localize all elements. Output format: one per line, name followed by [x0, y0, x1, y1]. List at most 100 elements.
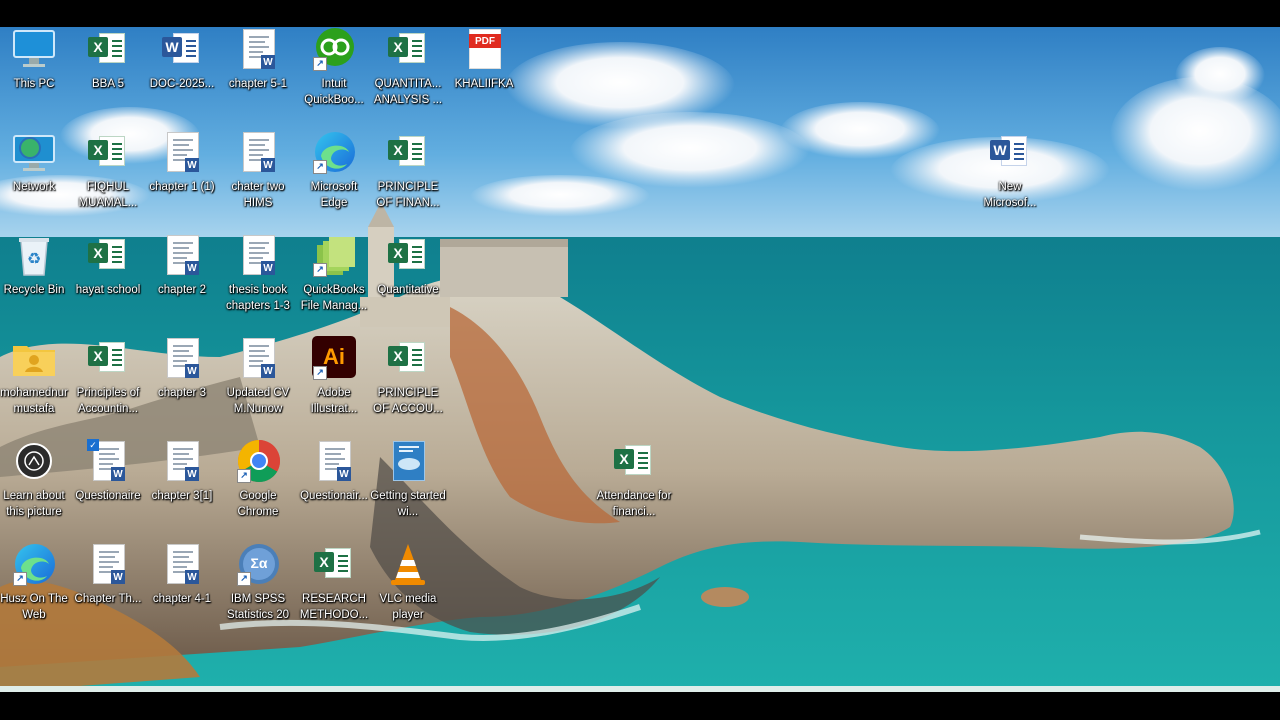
desktop-icon[interactable]: Network [0, 130, 72, 226]
desktop-icon[interactable]: X PRINCIPLE OF ACCOU... [370, 336, 446, 432]
desktop-icon[interactable]: VLC media player [370, 542, 446, 638]
word-mini-logo: W [111, 467, 125, 481]
desktop-icon[interactable]: Xhayat school [70, 233, 146, 329]
desktop-icon[interactable]: PDF KHALIIFKA [446, 27, 522, 123]
desktop-icon-label: chapter 5-1 [228, 78, 288, 90]
desktop-icon-label: Husz On The Web [0, 593, 68, 621]
word-mini-logo: W [185, 364, 199, 378]
desktop-icon[interactable]: Wchapter 5-1 [220, 27, 296, 123]
learn-about-picture-icon [11, 439, 57, 485]
desktop-icon[interactable]: Wchater two HIMS [220, 130, 296, 226]
desktop-icon[interactable]: Σα ↗ IBM SPSS Statistics 20 [220, 542, 296, 638]
excel-logo: X [88, 243, 108, 263]
word-mini-logo: W [261, 55, 275, 69]
word-mini-logo: W [185, 467, 199, 481]
desktop-icon-label: Learn about this picture [3, 490, 65, 518]
pdf-badge: PDF [469, 34, 501, 48]
desktop-icon[interactable]: Wchapter 2 [144, 233, 220, 329]
desktop-icon-label: PRINCIPLE OF FINAN... [376, 181, 440, 209]
desktop-icon-label: Quantitative [377, 284, 439, 296]
excel-logo: X [88, 37, 108, 57]
word-doc-thumbnail-icon: W ✓ [85, 439, 131, 485]
word-mini-logo: W [185, 261, 199, 275]
desktop-icon[interactable]: W ✓ Questionaire [70, 439, 146, 535]
desktop-icon[interactable]: Wchapter 1 (1) [144, 130, 220, 226]
quickbooks-icon: ↗ [311, 27, 357, 73]
word-mini-logo: W [261, 261, 275, 275]
illustrator-icon: Ai ↗ [311, 336, 357, 382]
desktop-icon[interactable]: W Chapter Th... [70, 542, 146, 638]
desktop-icon[interactable]: ↗ QuickBooks File Manag... [296, 233, 372, 329]
word-mini-logo: W [261, 158, 275, 172]
desktop-icon-label: Questionaire [75, 490, 141, 502]
desktop-icon[interactable]: X BBA 5 [70, 27, 146, 123]
desktop-icon-label: Attendance for financi... [596, 490, 672, 518]
desktop-icon[interactable]: This PC [0, 27, 72, 123]
desktop-icon[interactable]: W New Microsof... [972, 130, 1048, 226]
desktop[interactable]: This PC X BBA 5 W DOC-2025... Wchapter 5-1 ↗ In… [0, 27, 1280, 692]
desktop-icon[interactable]: Wchapter 3 [144, 336, 220, 432]
desktop-icon[interactable]: Learn about this picture [0, 439, 72, 535]
spss-icon: Σα ↗ [235, 542, 281, 588]
desktop-icon-label: Updated CV M.Nunow [226, 387, 290, 415]
desktop-icon-label: DOC-2025... [149, 78, 215, 90]
vlc-icon [385, 542, 431, 588]
desktop-icon[interactable]: ↗ Husz On The Web [0, 542, 72, 638]
desktop-icon[interactable]: ↗ Google Chrome [220, 439, 296, 535]
desktop-icon[interactable]: ↗ Microsoft Edge [296, 130, 372, 226]
desktop-icon-label: thesis book chapters 1-3 [226, 284, 290, 312]
desktop-icon[interactable]: ↗ Intuit QuickBoo... [296, 27, 372, 123]
desktop-icon[interactable]: X PRINCIPLE OF FINAN... [370, 130, 446, 226]
desktop-icon[interactable]: Wthesis book chapters 1-3 [220, 233, 296, 329]
word-logo: W [990, 140, 1010, 160]
svg-text:♻: ♻ [27, 249, 41, 268]
desktop-icon[interactable]: Wchapter 4-1 [144, 542, 220, 638]
desktop-icon-label: Getting started wi... [370, 490, 446, 518]
desktop-icon[interactable]: W Questionair... [296, 439, 372, 535]
excel-file-icon: X [611, 439, 657, 485]
word-doc-thumbnail-icon: W [159, 542, 205, 588]
excel-file-icon: X [311, 542, 357, 588]
desktop-icon[interactable]: Getting started wi... [370, 439, 446, 535]
letterbox-top [0, 0, 1280, 27]
desktop-icon-label: FIQHUL MUAMAL... [78, 181, 138, 209]
desktop-icon-label: Network [12, 181, 56, 193]
word-doc-thumbnail-icon: W [235, 130, 281, 176]
desktop-icon-label: chapter 1 (1) [149, 181, 215, 193]
excel-file-icon: X [385, 27, 431, 73]
word-mini-logo: W [337, 467, 351, 481]
word-mini-logo: W [111, 570, 125, 584]
excel-logo: X [88, 346, 108, 366]
desktop-icon[interactable]: X FIQHUL MUAMAL... [70, 130, 146, 226]
desktop-icon[interactable]: X Principles of Accountin... [70, 336, 146, 432]
excel-logo: X [388, 346, 408, 366]
desktop-icon[interactable]: X QUANTITA... ANALYSIS ... [370, 27, 446, 123]
excel-file-icon: X [385, 233, 431, 279]
excel-logo: X [88, 140, 108, 160]
desktop-icon[interactable]: X Attendance for financi... [596, 439, 672, 535]
desktop-icon[interactable]: X RESEARCH METHODO... [296, 542, 372, 638]
desktop-icon[interactable]: ♻ Recycle Bin [0, 233, 72, 329]
selection-checkbox-icon[interactable]: ✓ [87, 439, 99, 451]
desktop-icon[interactable]: X Quantitative [370, 233, 446, 329]
word-doc-thumbnail-icon: W [159, 439, 205, 485]
desktop-icon-label: QUANTITA... ANALYSIS ... [373, 78, 443, 106]
excel-file-icon: X [385, 336, 431, 382]
desktop-icon[interactable]: Wchapter 3[1] [144, 439, 220, 535]
desktop-icon[interactable]: W DOC-2025... [144, 27, 220, 123]
desktop-icon-label: Adobe Illustrat... [310, 387, 358, 415]
word-mini-logo: W [185, 570, 199, 584]
excel-file-icon: X [85, 233, 131, 279]
desktop-icon-label: chapter 4-1 [152, 593, 212, 605]
edge-icon: ↗ [311, 130, 357, 176]
desktop-icon[interactable]: W Updated CV M.Nunow [220, 336, 296, 432]
desktop-icon-label: PRINCIPLE OF ACCOU... [373, 387, 443, 415]
desktop-icon-label: Intuit QuickBoo... [304, 78, 364, 106]
pdf-file-icon: PDF [461, 27, 507, 73]
excel-logo: X [388, 37, 408, 57]
recycle-bin-icon: ♻ [11, 233, 57, 279]
word-doc-thumbnail-icon: W [159, 233, 205, 279]
desktop-icon[interactable]: mohamednur mustafa [0, 336, 72, 432]
desktop-icon-label: Google Chrome [237, 490, 279, 518]
desktop-icon[interactable]: Ai ↗ Adobe Illustrat... [296, 336, 372, 432]
